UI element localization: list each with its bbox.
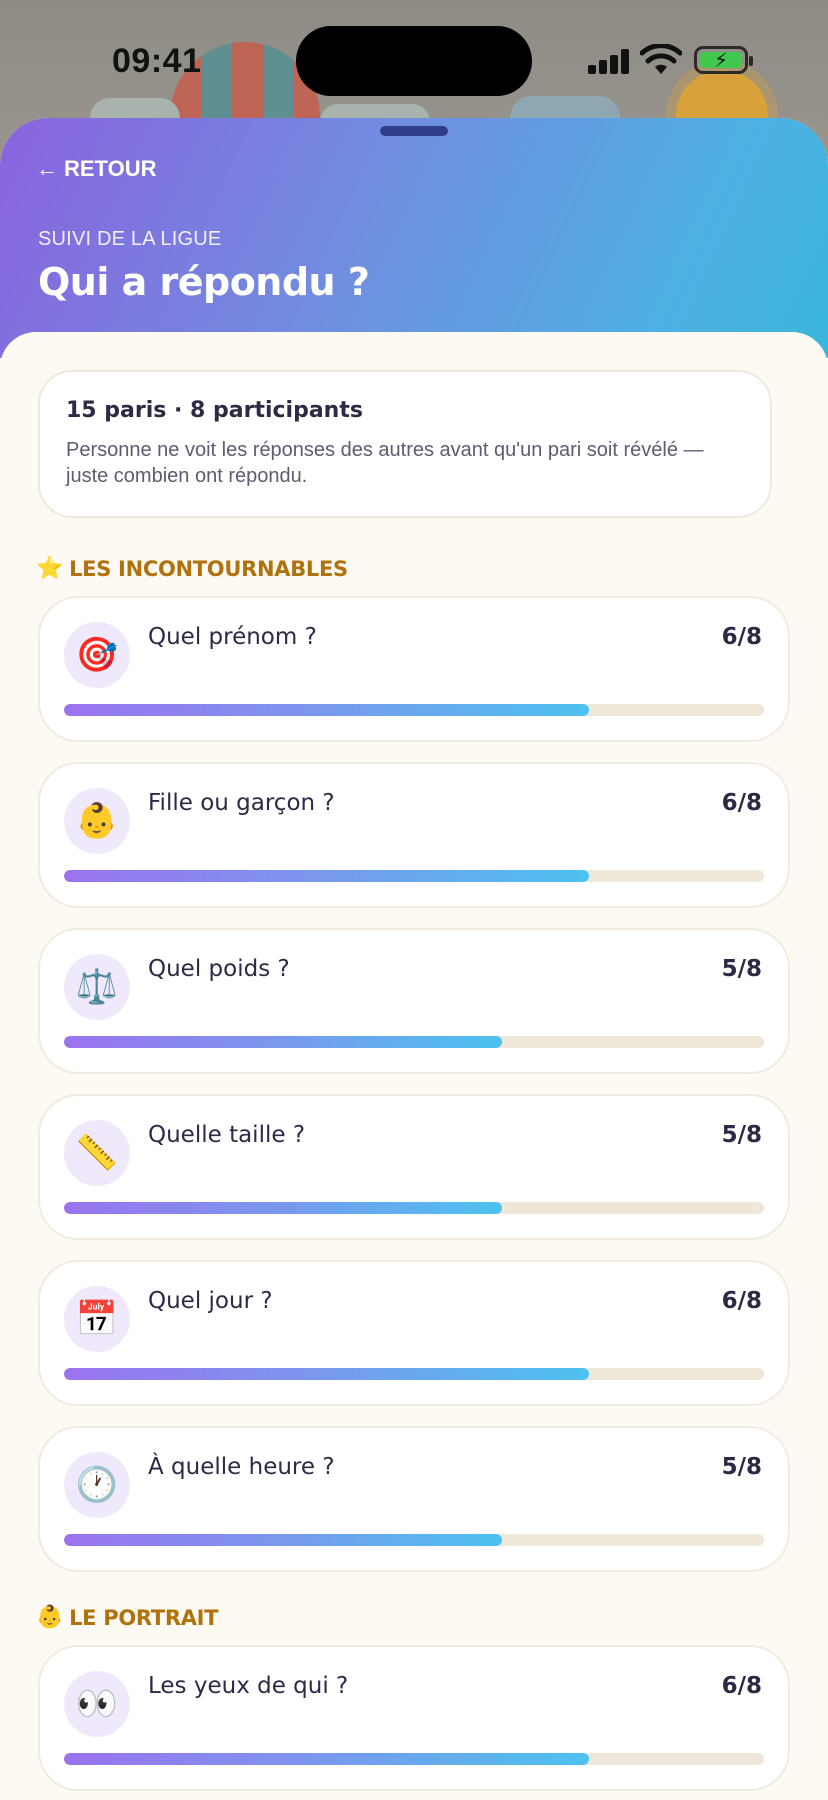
back-button[interactable]: ← RETOUR: [36, 156, 157, 182]
summary-card: 15 paris · 8 participants Personne ne vo…: [38, 370, 772, 518]
response-count: 5/8: [721, 1122, 762, 1148]
bet-card[interactable]: 📏 Quelle taille ? 5/8: [38, 1094, 790, 1240]
progress-fill: [64, 1368, 589, 1380]
progress-fill: [64, 1753, 589, 1765]
baby-icon: 👶: [64, 788, 130, 854]
response-count: 6/8: [721, 790, 762, 816]
back-label: RETOUR: [64, 156, 157, 181]
status-time: 09:41: [112, 42, 202, 80]
ruler-icon: 📏: [64, 1120, 130, 1186]
progress-fill: [64, 1534, 502, 1546]
star-icon: ⭐: [36, 556, 64, 581]
sheet-header: ← RETOUR SUIVI DE LA LIGUE Qui a répondu…: [0, 118, 828, 358]
battery-icon: ⚡: [694, 46, 753, 74]
clock-icon: 🕐: [64, 1452, 130, 1518]
progress-fill: [64, 870, 589, 882]
response-count: 6/8: [721, 1288, 762, 1314]
bet-card[interactable]: 🕐 À quelle heure ? 5/8: [38, 1426, 790, 1572]
bet-card[interactable]: ⚖️ Quel poids ? 5/8: [38, 928, 790, 1074]
summary-title: 15 paris · 8 participants: [66, 398, 363, 423]
progress-track: [64, 870, 764, 882]
progress-fill: [64, 1202, 502, 1214]
bet-question: Quelle taille ?: [148, 1122, 306, 1148]
section-label: ⭐ LES INCONTOURNABLES: [36, 556, 348, 581]
eyes-icon: 👀: [64, 1671, 130, 1737]
bet-question: Quel jour ?: [148, 1288, 273, 1314]
bet-question: À quelle heure ?: [148, 1454, 335, 1480]
bet-question: Les yeux de qui ?: [148, 1673, 349, 1699]
wifi-icon: [640, 44, 682, 74]
progress-track: [64, 1036, 764, 1048]
response-count: 5/8: [721, 1454, 762, 1480]
bet-card[interactable]: 👀 Les yeux de qui ? 6/8: [38, 1645, 790, 1791]
scale-icon: ⚖️: [64, 954, 130, 1020]
progress-track: [64, 704, 764, 716]
section-label-text: LES INCONTOURNABLES: [69, 556, 348, 581]
response-count: 6/8: [721, 624, 762, 650]
response-count: 6/8: [721, 1673, 762, 1699]
progress-track: [64, 1534, 764, 1546]
progress-fill: [64, 1036, 502, 1048]
bet-question: Quel poids ?: [148, 956, 290, 982]
page-overline: SUIVI DE LA LIGUE: [38, 228, 222, 250]
cellular-signal-icon: [588, 48, 632, 74]
section-label: 👶 LE PORTRAIT: [36, 1605, 218, 1630]
bet-question: Fille ou garçon ?: [148, 790, 335, 816]
page-title: Qui a répondu ?: [38, 260, 370, 304]
progress-fill: [64, 704, 589, 716]
bet-question: Quel prénom ?: [148, 624, 317, 650]
bottom-sheet: ← RETOUR SUIVI DE LA LIGUE Qui a répondu…: [0, 118, 828, 1800]
response-count: 5/8: [721, 956, 762, 982]
progress-track: [64, 1202, 764, 1214]
arrow-left-icon: ←: [36, 156, 58, 181]
bet-card[interactable]: 🎯 Quel prénom ? 6/8: [38, 596, 790, 742]
baby-icon: 👶: [36, 1605, 64, 1630]
calendar-icon: 📅: [64, 1286, 130, 1352]
target-icon: 🎯: [64, 622, 130, 688]
bet-card[interactable]: 📅 Quel jour ? 6/8: [38, 1260, 790, 1406]
summary-text: Personne ne voit les réponses des autres…: [66, 439, 704, 487]
bet-card[interactable]: 👶 Fille ou garçon ? 6/8: [38, 762, 790, 908]
section-label-text: LE PORTRAIT: [69, 1605, 219, 1630]
sheet-grabber[interactable]: [380, 126, 448, 136]
content-area: 15 paris · 8 participants Personne ne vo…: [0, 332, 828, 1800]
status-bar: 09:41 ⚡: [0, 0, 828, 120]
progress-track: [64, 1368, 764, 1380]
progress-track: [64, 1753, 764, 1765]
dynamic-island: [296, 26, 532, 96]
